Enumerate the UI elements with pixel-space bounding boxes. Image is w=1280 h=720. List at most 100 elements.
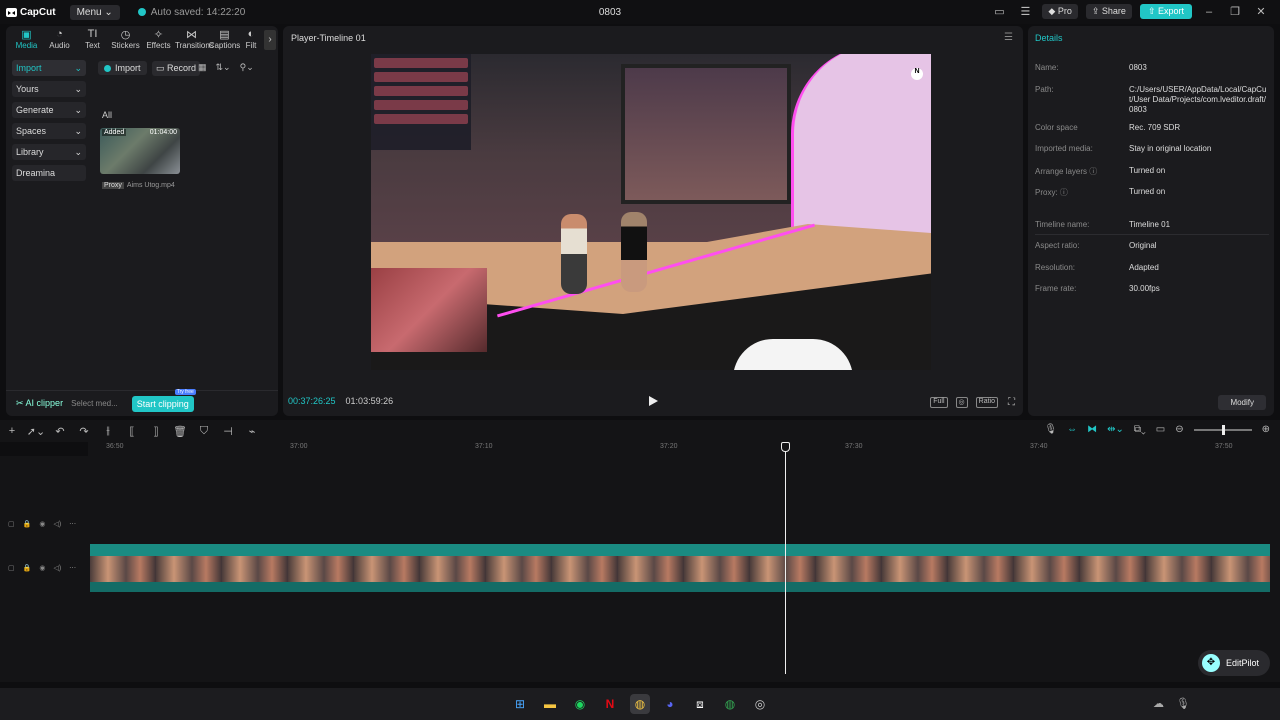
preview-axis-icon[interactable]: ⧉⌄	[1134, 424, 1146, 435]
more-icon[interactable]: ⋯	[69, 520, 76, 528]
chrome-profile-icon[interactable]: ◍	[720, 694, 740, 714]
delete-icon[interactable]: 🗑	[168, 425, 192, 438]
marker-icon[interactable]: ⛉	[192, 425, 216, 438]
full-quality-button[interactable]: Full	[930, 397, 948, 408]
obs-icon[interactable]: ◎	[750, 694, 770, 714]
layout-icon[interactable]: ▭	[990, 5, 1008, 18]
sidebar-item-label: Yours	[16, 84, 39, 94]
audio-mute-icon[interactable]: ◁)	[53, 520, 61, 528]
freeze-icon[interactable]: ⊣	[216, 425, 240, 438]
detail-key: Imported media:	[1035, 144, 1093, 153]
zoom-in-icon[interactable]: ⊕	[1262, 424, 1270, 435]
microphone-tray-icon[interactable]: 🎙	[1176, 697, 1190, 710]
ratio-button[interactable]: Ratio	[975, 397, 998, 408]
tab-text[interactable]: TI Text	[76, 28, 109, 54]
tab-stickers[interactable]: ◷ Stickers	[109, 28, 142, 54]
filter-icon[interactable]: ⚲⌄	[240, 62, 254, 73]
start-clipping-button[interactable]: Start clipping Try free	[131, 388, 196, 412]
restore-icon[interactable]: ❐	[1226, 5, 1244, 18]
media-thumbnail[interactable]: Added 01:04:00	[100, 128, 180, 174]
playhead-handle[interactable]	[781, 442, 790, 452]
lock-icon[interactable]: 🔒	[23, 520, 32, 528]
zoom-slider[interactable]	[1193, 424, 1252, 435]
sidebar-item-spaces[interactable]: Spaces ⌄	[12, 123, 86, 139]
track-cover-icon[interactable]: ▢	[8, 564, 15, 572]
modify-button[interactable]: Modify	[1218, 395, 1266, 410]
edit-icon[interactable]: ⌁	[240, 425, 264, 438]
zoom-slider-handle[interactable]	[1221, 424, 1225, 435]
undo-icon[interactable]: ↶	[48, 425, 72, 438]
tab-audio[interactable]: ◔ Audio	[43, 28, 76, 54]
split-icon[interactable]: ⫲	[96, 425, 120, 438]
video-clip-thumbnails[interactable]	[90, 556, 1270, 582]
minimize-icon[interactable]: –	[1200, 6, 1218, 18]
grid-view-icon[interactable]: ▦	[198, 62, 207, 73]
tab-effects[interactable]: ✧ Effects	[142, 28, 175, 54]
import-button[interactable]: Import	[98, 61, 147, 75]
sidebar-item-library[interactable]: Library ⌄	[12, 144, 86, 160]
discord-icon[interactable]: ◕	[660, 694, 680, 714]
select-tool-icon[interactable]: ➚⌄	[24, 425, 48, 438]
zoom-out-icon[interactable]: ⊖	[1175, 424, 1183, 435]
tab-filters[interactable]: ◐ Filt	[241, 28, 261, 54]
ruler-tick: 37:10	[475, 443, 493, 450]
sidebar-item-yours[interactable]: Yours ⌄	[12, 81, 86, 97]
info-icon[interactable]: ⓘ	[1060, 188, 1068, 197]
detail-value: 0803	[1129, 63, 1147, 72]
export-button[interactable]: ⇧ Export	[1139, 4, 1192, 19]
auto-snapping-icon[interactable]: ⧓	[1087, 424, 1097, 435]
tabs-scroll-right-icon[interactable]: ›	[264, 30, 276, 50]
ai-clipper-label: ✂ AI clipper	[16, 398, 64, 408]
detail-row-proxy: Proxy: ⓘ Turned on	[1035, 187, 1269, 198]
split-left-icon[interactable]: ⟦	[120, 425, 144, 438]
netflix-icon[interactable]: N	[600, 694, 620, 714]
player-menu-icon[interactable]: ☰	[1004, 32, 1013, 43]
pro-button[interactable]: ◆ Pro	[1042, 4, 1078, 19]
sort-icon[interactable]: ⇅⌄	[216, 62, 231, 73]
details-divider	[1035, 234, 1269, 235]
play-icon[interactable]	[647, 395, 659, 407]
record-button[interactable]: ▭ Record	[152, 61, 201, 76]
timeline-ruler[interactable]: 36:50 37:00 37:10 37:20 37:30 37:40 37:5…	[88, 442, 1280, 456]
audio-mute-icon[interactable]: ◁)	[53, 564, 61, 572]
windows-start-icon[interactable]: ⊞	[510, 694, 530, 714]
tab-captions[interactable]: ▤ Captions	[208, 28, 241, 54]
microphone-icon[interactable]: 🎙	[1044, 424, 1057, 435]
video-clip-header[interactable]	[90, 544, 1270, 556]
lock-icon[interactable]: 🔒	[23, 564, 32, 572]
select-media-hint[interactable]: Select med...	[71, 399, 118, 408]
tab-media[interactable]: ▣ Media	[10, 28, 43, 54]
linkage-icon[interactable]: ⇹⌄	[1107, 424, 1124, 435]
sidebar-item-generate[interactable]: Generate ⌄	[12, 102, 86, 118]
snapshot-icon[interactable]: ◎	[955, 397, 968, 408]
shortcuts-icon[interactable]: ☰	[1016, 5, 1034, 18]
share-button[interactable]: ⇪ Share	[1085, 4, 1132, 19]
network-icon[interactable]: ☁	[1153, 697, 1164, 710]
folder-all-label[interactable]: All	[102, 110, 112, 120]
split-right-icon[interactable]: ⟧	[144, 425, 168, 438]
redo-icon[interactable]: ↷	[72, 425, 96, 438]
main-track-magnet-icon[interactable]: ⇔	[1067, 424, 1077, 435]
fullscreen-icon[interactable]: ⛶	[1006, 397, 1017, 408]
track-cover-icon[interactable]: ▢	[8, 520, 15, 528]
tab-transitions[interactable]: ⋈ Transitions	[175, 28, 214, 54]
sidebar-item-import[interactable]: Import ⌄	[12, 60, 86, 76]
file-explorer-icon[interactable]: ▬	[540, 694, 560, 714]
playhead-line[interactable]	[785, 442, 786, 674]
eye-icon[interactable]: ◉	[39, 564, 45, 572]
chat-line	[374, 86, 468, 96]
sidebar-item-dreamina[interactable]: Dreamina	[12, 165, 86, 181]
eye-icon[interactable]: ◉	[39, 520, 45, 528]
capcut-icon[interactable]: ⧈	[690, 694, 710, 714]
more-icon[interactable]: ⋯	[69, 564, 76, 572]
caption-icon[interactable]: ▭	[1156, 424, 1165, 435]
info-icon[interactable]: ⓘ	[1089, 167, 1097, 176]
detail-key: Timeline name:	[1035, 220, 1090, 229]
editpilot-button[interactable]: ✥ EditPilot	[1198, 650, 1270, 676]
audio-waveform[interactable]	[90, 582, 1270, 592]
close-icon[interactable]: ✕	[1252, 5, 1270, 18]
add-track-icon[interactable]: +	[0, 425, 24, 437]
spotify-icon[interactable]: ◉	[570, 694, 590, 714]
chrome-icon[interactable]: ◍	[630, 694, 650, 714]
video-preview[interactable]: N	[371, 54, 931, 370]
